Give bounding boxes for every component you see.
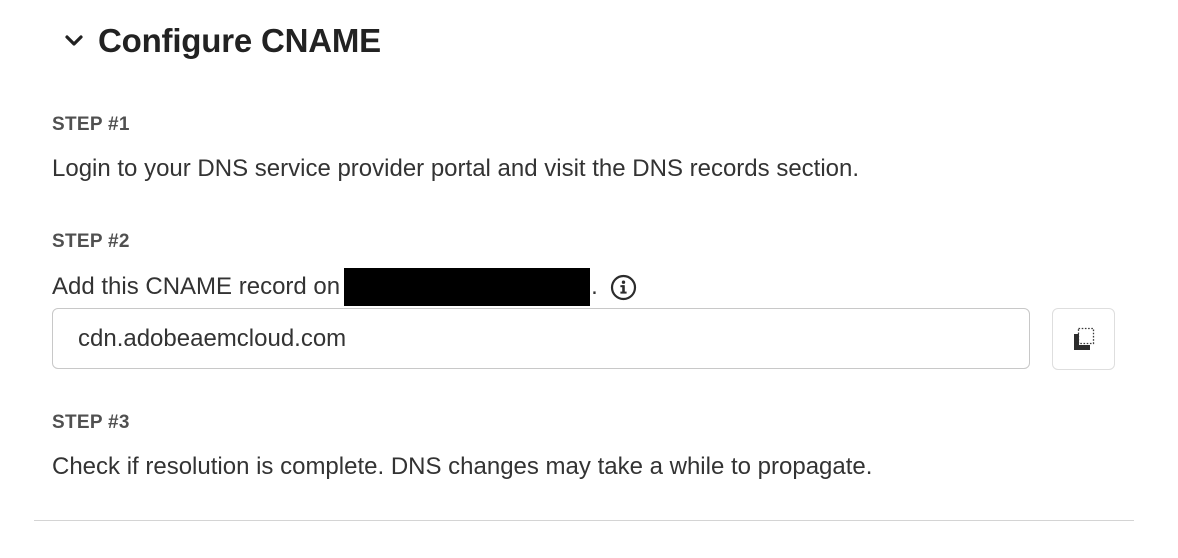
step-1-text: Login to your DNS service provider porta… xyxy=(52,155,860,182)
chevron-down-icon xyxy=(64,28,90,54)
section-title: Configure CNAME xyxy=(98,22,381,59)
step-3-label: STEP #3 xyxy=(52,412,130,433)
step-2-period: . xyxy=(591,273,598,300)
step-2-text: Add this CNAME record on xyxy=(52,273,341,300)
step-2-instruction: Add this CNAME record on . xyxy=(52,268,638,306)
cname-value-field[interactable] xyxy=(52,308,1030,369)
copy-icon xyxy=(1071,326,1097,352)
info-icon[interactable] xyxy=(610,273,638,301)
configure-cname-toggle[interactable]: Configure CNAME xyxy=(64,18,381,64)
step-2-label: STEP #2 xyxy=(52,231,130,252)
step-1-label: STEP #1 xyxy=(52,114,130,135)
copy-button[interactable] xyxy=(1052,308,1115,370)
section-divider xyxy=(34,520,1134,521)
redacted-domain xyxy=(344,268,591,306)
step-3-text: Check if resolution is complete. DNS cha… xyxy=(52,453,873,480)
